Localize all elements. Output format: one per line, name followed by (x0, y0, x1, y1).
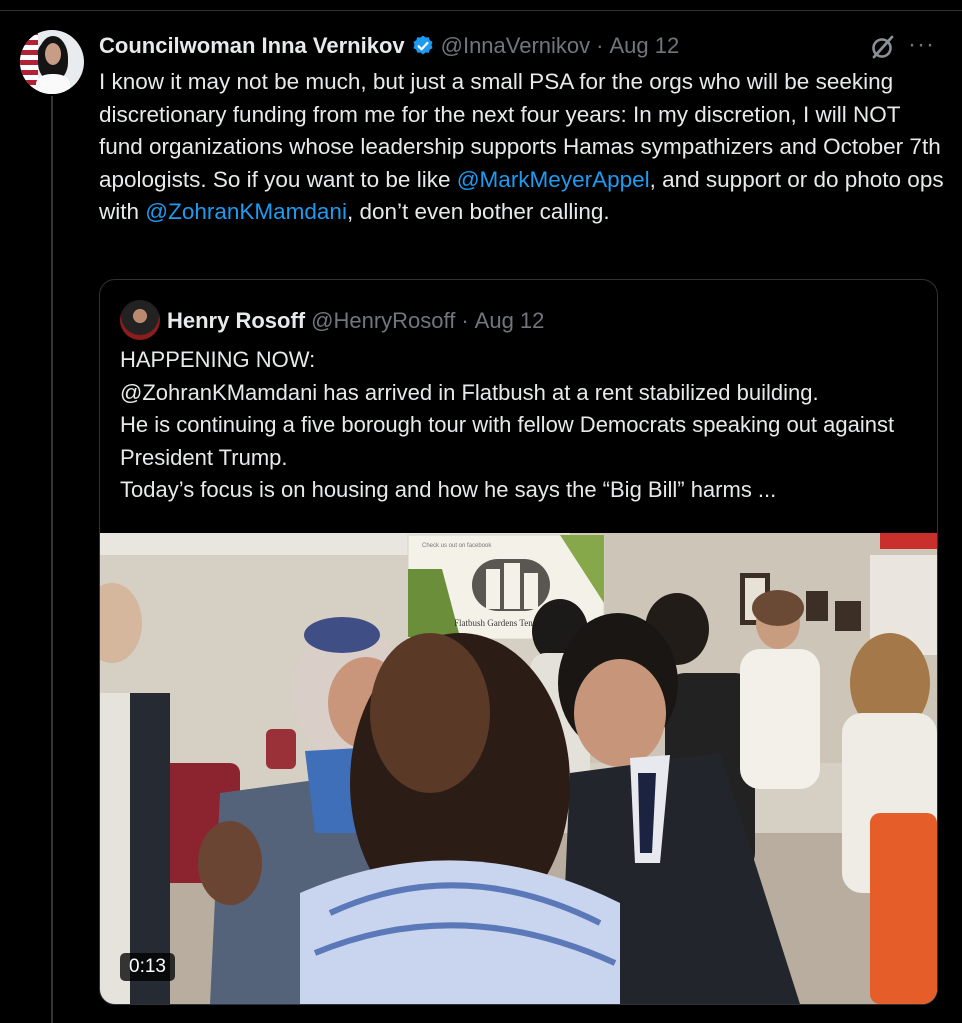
mention-link[interactable]: @ZohranKMamdani (145, 199, 347, 224)
tweet-header: Councilwoman Inna Vernikov @InnaVernikov… (99, 31, 679, 61)
quoted-tweet-text: HAPPENING NOW: @ZohranKMamdani has arriv… (120, 347, 895, 502)
video-duration-badge: 0:13 (120, 953, 175, 981)
quoted-tweet[interactable]: Henry Rosoff @HenryRosoff · Aug 12 HAPPE… (99, 279, 938, 1005)
svg-text:Check us out on facebook: Check us out on facebook (422, 543, 492, 549)
quoted-author-handle[interactable]: @HenryRosoff (311, 308, 455, 334)
top-divider (0, 0, 962, 11)
tweet-text: I know it may not be much, but just a sm… (99, 69, 944, 224)
separator-dot: · (461, 308, 469, 333)
mention-link[interactable]: @MarkMeyerAppel (457, 167, 650, 192)
separator-dot: · (596, 33, 604, 58)
quoted-tweet-date[interactable]: Aug 12 (475, 308, 545, 334)
author-name[interactable]: Councilwoman Inna Vernikov (99, 33, 405, 59)
author-handle[interactable]: @InnaVernikov (441, 33, 591, 59)
tweet-date[interactable]: Aug 12 (609, 33, 679, 59)
author-avatar[interactable] (20, 30, 84, 94)
video-frame: Flatbush Gardens Tenants Check us out on… (100, 533, 937, 1004)
grok-icon[interactable] (868, 33, 896, 61)
verified-badge-icon (413, 35, 433, 55)
quoted-author-avatar[interactable] (120, 300, 160, 340)
quoted-tweet-header: Henry Rosoff @HenryRosoff · Aug 12 (167, 304, 544, 338)
video-player[interactable]: Flatbush Gardens Tenants Check us out on… (100, 533, 937, 1004)
quoted-author-name[interactable]: Henry Rosoff (167, 308, 305, 334)
more-icon[interactable]: ··· (908, 31, 935, 59)
thread-line (51, 96, 53, 1023)
